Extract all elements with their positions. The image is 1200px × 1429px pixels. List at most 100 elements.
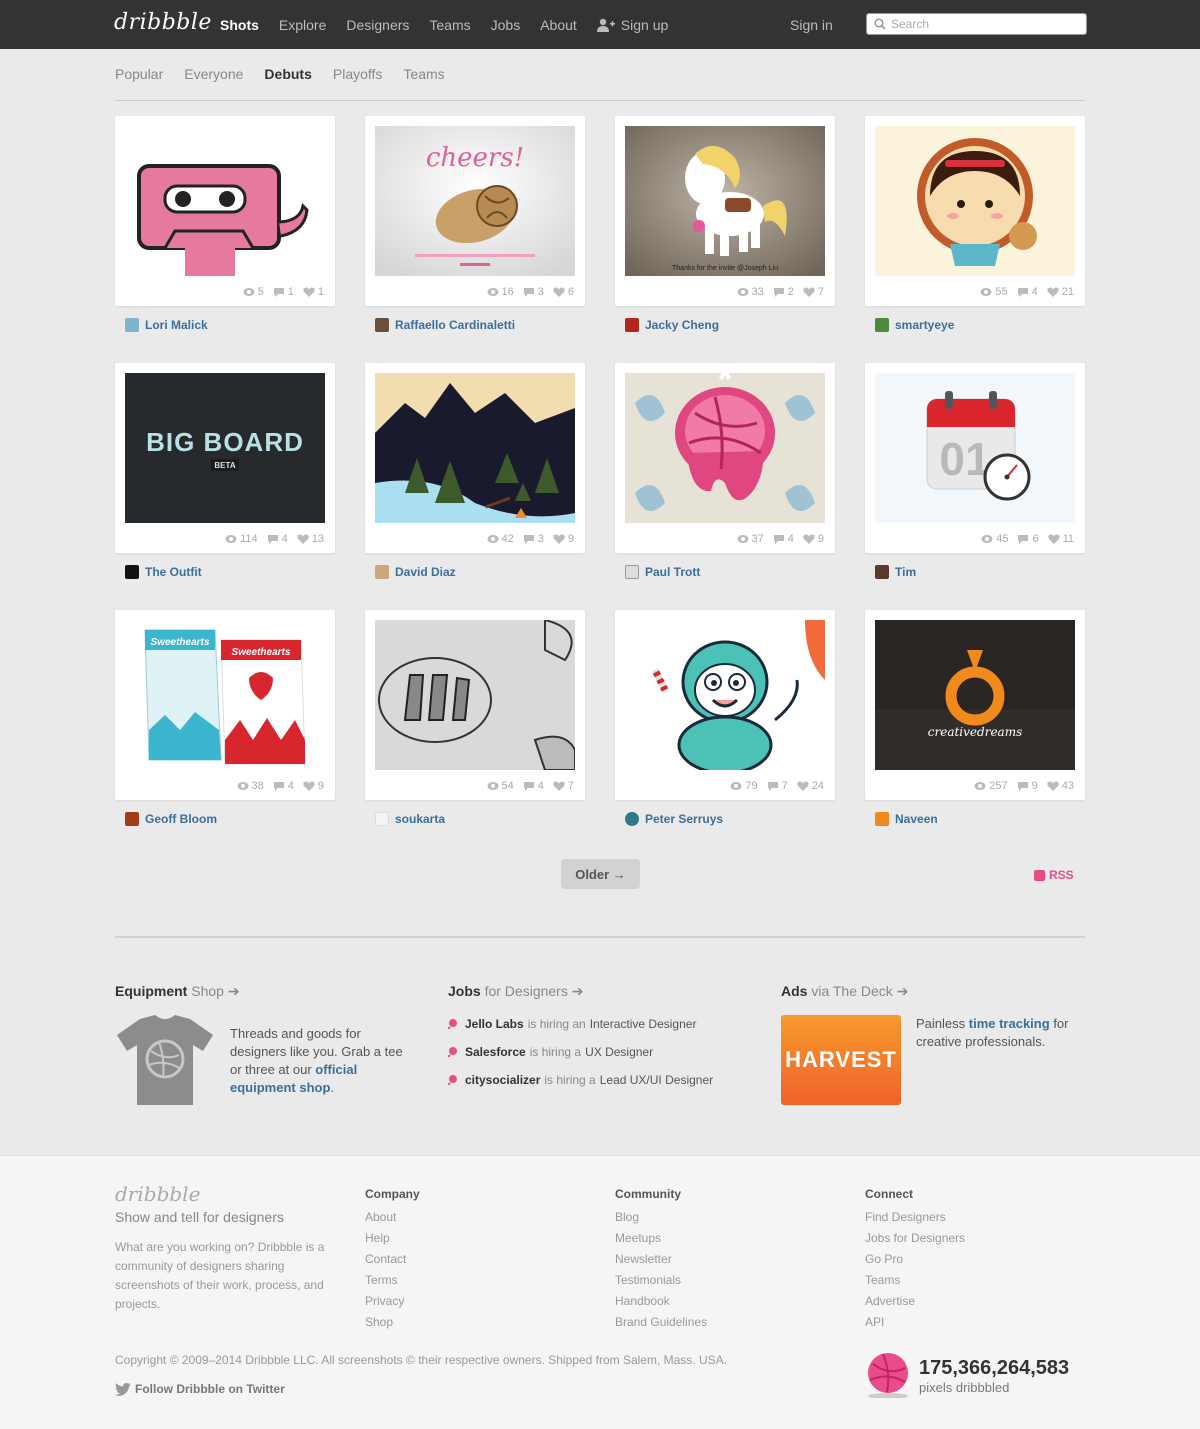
shot-author[interactable]: Raffaello Cardinaletti (375, 318, 515, 332)
likes-count[interactable]: 43 (1047, 780, 1074, 792)
tab-teams[interactable]: Teams (403, 66, 444, 82)
shot-author[interactable]: The Outfit (125, 565, 202, 579)
likes-count[interactable]: 21 (1047, 286, 1074, 298)
heart-icon (553, 287, 565, 297)
dribbble-logo[interactable]: dribbble (114, 10, 212, 35)
likes-count[interactable]: 24 (797, 780, 824, 792)
nav-explore[interactable]: Explore (279, 17, 326, 33)
shot-author[interactable]: soukarta (375, 812, 445, 826)
tab-debuts[interactable]: Debuts (264, 66, 311, 82)
likes-count[interactable]: 6 (553, 286, 574, 298)
equipment-heading[interactable]: Equipment Shop ➔ (115, 983, 240, 1000)
shot-thumbnail[interactable] (625, 373, 825, 523)
job-listing[interactable]: Salesforce is hiring a UX Designer (448, 1045, 653, 1059)
footer-link-newsletter[interactable]: Newsletter (615, 1249, 707, 1270)
rss-link[interactable]: RSS (1034, 868, 1074, 882)
nav-jobs[interactable]: Jobs (491, 17, 521, 33)
footer-link-about[interactable]: About (365, 1207, 420, 1228)
likes-count[interactable]: 9 (303, 780, 324, 792)
shot-thumbnail[interactable]: creativedreams (875, 620, 1075, 770)
signin-link[interactable]: Sign in (790, 17, 833, 33)
footer-link-privacy[interactable]: Privacy (365, 1291, 420, 1312)
comments-count[interactable]: 2 (773, 286, 794, 298)
ads-heading[interactable]: Ads via The Deck ➔ (781, 983, 908, 1000)
nav-designers[interactable]: Designers (346, 17, 409, 33)
shot-author[interactable]: Paul Trott (625, 565, 700, 579)
likes-count[interactable]: 9 (553, 533, 574, 545)
shot-stats: 257 9 43 (965, 780, 1074, 792)
tab-everyone[interactable]: Everyone (184, 66, 243, 82)
footer-link-advertise[interactable]: Advertise (865, 1291, 965, 1312)
footer-link-handbook[interactable]: Handbook (615, 1291, 707, 1312)
shot-thumbnail[interactable] (625, 620, 825, 770)
older-button[interactable]: Older → (561, 859, 640, 889)
job-listing[interactable]: Jello Labs is hiring an Interactive Design… (448, 1017, 696, 1031)
likes-count[interactable]: 9 (803, 533, 824, 545)
likes-count[interactable]: 11 (1047, 533, 1074, 545)
shot-author[interactable]: Tim (875, 565, 916, 579)
tshirt-image[interactable] (115, 1015, 215, 1107)
search-input[interactable] (891, 15, 1081, 33)
shot-thumbnail[interactable]: cheers! (375, 126, 575, 276)
shot-author[interactable]: Lori Malick (125, 318, 208, 332)
comments-count[interactable]: 1 (273, 286, 294, 298)
shot-thumbnail[interactable]: BIG BOARD BETA (125, 373, 325, 523)
footer-link-meetups[interactable]: Meetups (615, 1228, 707, 1249)
footer-column-title: Community (615, 1187, 681, 1201)
time-tracking-link[interactable]: time tracking (969, 1016, 1050, 1031)
footer-logo[interactable]: dribbble (115, 1182, 200, 1206)
comments-count[interactable]: 4 (273, 780, 294, 792)
tab-playoffs[interactable]: Playoffs (333, 66, 383, 82)
shot-thumbnail[interactable] (375, 373, 575, 523)
footer-link-testimonials[interactable]: Testimonials (615, 1270, 707, 1291)
ads-blurb: Painless time tracking for creative prof… (916, 1016, 1069, 1049)
comments-count[interactable]: 9 (1017, 780, 1038, 792)
comments-count[interactable]: 3 (523, 533, 544, 545)
job-listing[interactable]: citysocializer is hiring a Lead UX/UI Desi… (448, 1073, 713, 1087)
twitter-follow-link[interactable]: Follow Dribbble on Twitter (115, 1382, 285, 1396)
footer-link-contact[interactable]: Contact (365, 1249, 420, 1270)
nav-about[interactable]: About (540, 17, 577, 33)
shot-author[interactable]: Naveen (875, 812, 938, 826)
shot-thumbnail[interactable] (875, 126, 1075, 276)
shot-author[interactable]: Geoff Bloom (125, 812, 217, 826)
shot-author[interactable]: David Diaz (375, 565, 456, 579)
shot-thumbnail[interactable]: Thanks for the invite @Joseph Liu (625, 126, 825, 276)
shot-thumbnail[interactable] (125, 126, 325, 276)
likes-count[interactable]: 7 (803, 286, 824, 298)
footer-link-find-designers[interactable]: Find Designers (865, 1207, 965, 1228)
footer-link-blog[interactable]: Blog (615, 1207, 707, 1228)
footer-link-shop[interactable]: Shop (365, 1312, 420, 1333)
harvest-ad[interactable]: HARVEST (781, 1015, 901, 1105)
shot-author[interactable]: smartyeye (875, 318, 954, 332)
footer-link-help[interactable]: Help (365, 1228, 420, 1249)
footer-link-terms[interactable]: Terms (365, 1270, 420, 1291)
likes-count[interactable]: 7 (553, 780, 574, 792)
views-count: 114 (225, 533, 258, 545)
comments-count[interactable]: 3 (523, 286, 544, 298)
comments-count[interactable]: 4 (523, 780, 544, 792)
nav-shots[interactable]: Shots (220, 17, 259, 33)
comments-count[interactable]: 7 (767, 780, 788, 792)
shot-author[interactable]: Jacky Cheng (625, 318, 719, 332)
comments-count[interactable]: 4 (267, 533, 288, 545)
tab-popular[interactable]: Popular (115, 66, 163, 82)
signup-link[interactable]: Sign up (596, 17, 668, 33)
comments-count[interactable]: 4 (773, 533, 794, 545)
footer-link-jobs[interactable]: Jobs for Designers (865, 1228, 965, 1249)
comments-count[interactable]: 4 (1017, 286, 1038, 298)
footer-link-api[interactable]: API (865, 1312, 965, 1333)
jobs-heading[interactable]: Jobs for Designers ➔ (448, 983, 583, 1000)
shot-thumbnail[interactable]: 01 (875, 373, 1075, 523)
likes-count[interactable]: 13 (297, 533, 324, 545)
shot-author[interactable]: Peter Serruys (625, 812, 723, 826)
shot-thumbnail[interactable] (375, 620, 575, 770)
footer-link-brand-guidelines[interactable]: Brand Guidelines (615, 1312, 707, 1333)
footer-link-teams[interactable]: Teams (865, 1270, 965, 1291)
shot-thumbnail[interactable]: Sweethearts Sweethearts (125, 620, 325, 770)
views-count: 45 (981, 533, 1008, 545)
nav-teams[interactable]: Teams (429, 17, 470, 33)
likes-count[interactable]: 1 (303, 286, 324, 298)
footer-link-go-pro[interactable]: Go Pro (865, 1249, 965, 1270)
comments-count[interactable]: 6 (1017, 533, 1039, 545)
